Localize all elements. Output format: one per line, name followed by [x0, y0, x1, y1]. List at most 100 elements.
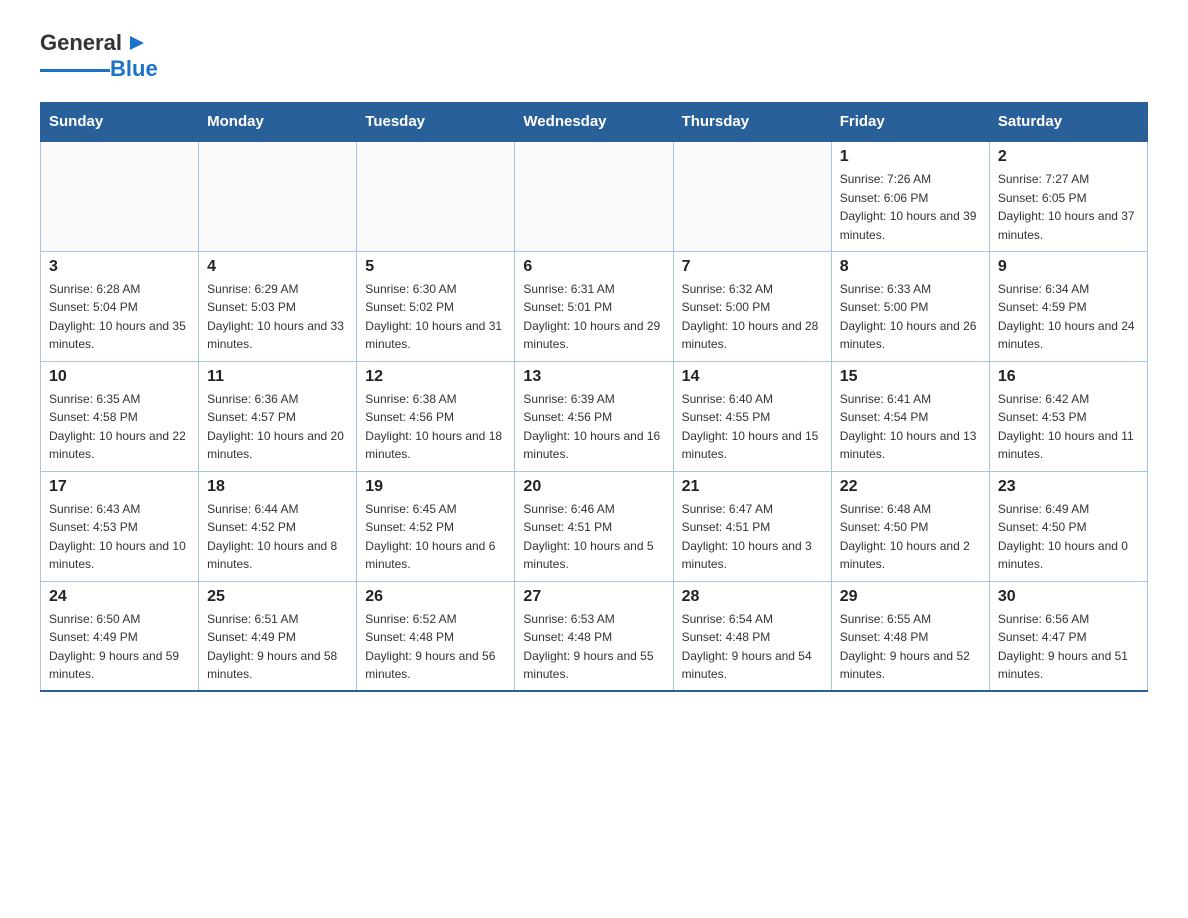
sun-info: Sunrise: 6:50 AMSunset: 4:49 PMDaylight:…: [49, 610, 190, 684]
calendar-cell: 13 Sunrise: 6:39 AMSunset: 4:56 PMDayligh…: [515, 361, 673, 471]
calendar-cell: 1 Sunrise: 7:26 AMSunset: 6:06 PMDaylight…: [831, 141, 989, 251]
sun-info: Sunrise: 6:36 AMSunset: 4:57 PMDaylight:…: [207, 390, 348, 464]
logo-underline: [40, 69, 110, 72]
sun-info: Sunrise: 6:35 AMSunset: 4:58 PMDaylight:…: [49, 390, 190, 464]
sun-info: Sunrise: 6:52 AMSunset: 4:48 PMDaylight:…: [365, 610, 506, 684]
calendar-cell: 14 Sunrise: 6:40 AMSunset: 4:55 PMDayligh…: [673, 361, 831, 471]
calendar-cell: 28 Sunrise: 6:54 AMSunset: 4:48 PMDayligh…: [673, 581, 831, 691]
sun-info: Sunrise: 6:32 AMSunset: 5:00 PMDaylight:…: [682, 280, 823, 354]
calendar-cell: 19 Sunrise: 6:45 AMSunset: 4:52 PMDayligh…: [357, 471, 515, 581]
day-number: 14: [682, 368, 823, 386]
day-number: 3: [49, 258, 190, 276]
calendar-cell: 5 Sunrise: 6:30 AMSunset: 5:02 PMDaylight…: [357, 251, 515, 361]
calendar-cell: 2 Sunrise: 7:27 AMSunset: 6:05 PMDaylight…: [989, 141, 1147, 251]
calendar-cell: 27 Sunrise: 6:53 AMSunset: 4:48 PMDayligh…: [515, 581, 673, 691]
calendar-cell: 20 Sunrise: 6:46 AMSunset: 4:51 PMDayligh…: [515, 471, 673, 581]
calendar-cell: [515, 141, 673, 251]
calendar-week-1: 1 Sunrise: 7:26 AMSunset: 6:06 PMDaylight…: [41, 141, 1148, 251]
day-number: 22: [840, 478, 981, 496]
sun-info: Sunrise: 6:42 AMSunset: 4:53 PMDaylight:…: [998, 390, 1139, 464]
sun-info: Sunrise: 6:49 AMSunset: 4:50 PMDaylight:…: [998, 500, 1139, 574]
sun-info: Sunrise: 6:29 AMSunset: 5:03 PMDaylight:…: [207, 280, 348, 354]
calendar-cell: 9Sunrise: 6:34 AMSunset: 4:59 PMDaylight…: [989, 251, 1147, 361]
day-number: 20: [523, 478, 664, 496]
calendar-cell: 12Sunrise: 6:38 AMSunset: 4:56 PMDayligh…: [357, 361, 515, 471]
sun-info: Sunrise: 6:28 AMSunset: 5:04 PMDaylight:…: [49, 280, 190, 354]
calendar-week-2: 3 Sunrise: 6:28 AMSunset: 5:04 PMDaylight…: [41, 251, 1148, 361]
day-number: 26: [365, 588, 506, 606]
calendar-cell: 30 Sunrise: 6:56 AMSunset: 4:47 PMDayligh…: [989, 581, 1147, 691]
day-number: 16: [998, 368, 1139, 386]
sun-info: Sunrise: 6:30 AMSunset: 5:02 PMDaylight:…: [365, 280, 506, 354]
day-number: 17: [49, 478, 190, 496]
calendar-cell: 26 Sunrise: 6:52 AMSunset: 4:48 PMDayligh…: [357, 581, 515, 691]
weekday-header-tuesday: Tuesday: [357, 103, 515, 142]
calendar-body: 1 Sunrise: 7:26 AMSunset: 6:06 PMDaylight…: [41, 141, 1148, 691]
sun-info: Sunrise: 6:41 AMSunset: 4:54 PMDaylight:…: [840, 390, 981, 464]
day-number: 15: [840, 368, 981, 386]
sun-info: Sunrise: 7:26 AMSunset: 6:06 PMDaylight:…: [840, 170, 981, 244]
weekday-row: SundayMondayTuesdayWednesdayThursdayFrid…: [41, 103, 1148, 142]
day-number: 23: [998, 478, 1139, 496]
calendar-cell: 23 Sunrise: 6:49 AMSunset: 4:50 PMDayligh…: [989, 471, 1147, 581]
day-number: 2: [998, 148, 1139, 166]
calendar-cell: [673, 141, 831, 251]
weekday-header-wednesday: Wednesday: [515, 103, 673, 142]
day-number: 6: [523, 258, 664, 276]
sun-info: Sunrise: 6:54 AMSunset: 4:48 PMDaylight:…: [682, 610, 823, 684]
day-number: 10: [49, 368, 190, 386]
sun-info: Sunrise: 6:51 AMSunset: 4:49 PMDaylight:…: [207, 610, 348, 684]
calendar-cell: [357, 141, 515, 251]
weekday-header-saturday: Saturday: [989, 103, 1147, 142]
day-number: 28: [682, 588, 823, 606]
calendar-week-4: 17 Sunrise: 6:43 AMSunset: 4:53 PMDayligh…: [41, 471, 1148, 581]
logo-triangle-icon: [124, 32, 146, 54]
calendar-cell: 8 Sunrise: 6:33 AMSunset: 5:00 PMDaylight…: [831, 251, 989, 361]
sun-info: Sunrise: 6:40 AMSunset: 4:55 PMDaylight:…: [682, 390, 823, 464]
day-number: 24: [49, 588, 190, 606]
calendar-cell: 18 Sunrise: 6:44 AMSunset: 4:52 PMDayligh…: [199, 471, 357, 581]
calendar-table: SundayMondayTuesdayWednesdayThursdayFrid…: [40, 102, 1148, 692]
sun-info: Sunrise: 6:46 AMSunset: 4:51 PMDaylight:…: [523, 500, 664, 574]
day-number: 30: [998, 588, 1139, 606]
day-number: 19: [365, 478, 506, 496]
sun-info: Sunrise: 7:27 AMSunset: 6:05 PMDaylight:…: [998, 170, 1139, 244]
sun-info: Sunrise: 6:45 AMSunset: 4:52 PMDaylight:…: [365, 500, 506, 574]
weekday-header-monday: Monday: [199, 103, 357, 142]
sun-info: Sunrise: 6:31 AMSunset: 5:01 PMDaylight:…: [523, 280, 664, 354]
day-number: 5: [365, 258, 506, 276]
weekday-header-sunday: Sunday: [41, 103, 199, 142]
day-number: 8: [840, 258, 981, 276]
calendar-cell: 29 Sunrise: 6:55 AMSunset: 4:48 PMDayligh…: [831, 581, 989, 691]
sun-info: Sunrise: 6:44 AMSunset: 4:52 PMDaylight:…: [207, 500, 348, 574]
day-number: 13: [523, 368, 664, 386]
sun-info: Sunrise: 6:34 AMSunset: 4:59 PMDaylight:…: [998, 280, 1139, 354]
sun-info: Sunrise: 6:55 AMSunset: 4:48 PMDaylight:…: [840, 610, 981, 684]
day-number: 12: [365, 368, 506, 386]
day-number: 7: [682, 258, 823, 276]
sun-info: Sunrise: 6:39 AMSunset: 4:56 PMDaylight:…: [523, 390, 664, 464]
calendar-cell: [41, 141, 199, 251]
day-number: 1: [840, 148, 981, 166]
calendar-cell: 25 Sunrise: 6:51 AMSunset: 4:49 PMDayligh…: [199, 581, 357, 691]
day-number: 18: [207, 478, 348, 496]
calendar-week-3: 10 Sunrise: 6:35 AMSunset: 4:58 PMDayligh…: [41, 361, 1148, 471]
sun-info: Sunrise: 6:56 AMSunset: 4:47 PMDaylight:…: [998, 610, 1139, 684]
day-number: 27: [523, 588, 664, 606]
calendar-cell: 15 Sunrise: 6:41 AMSunset: 4:54 PMDayligh…: [831, 361, 989, 471]
sun-info: Sunrise: 6:43 AMSunset: 4:53 PMDaylight:…: [49, 500, 190, 574]
page-header: General Blue: [40, 30, 1148, 82]
day-number: 25: [207, 588, 348, 606]
logo: General Blue: [40, 30, 158, 82]
calendar-cell: 16 Sunrise: 6:42 AMSunset: 4:53 PMDayligh…: [989, 361, 1147, 471]
logo-accent: Blue: [110, 56, 158, 82]
sun-info: Sunrise: 6:48 AMSunset: 4:50 PMDaylight:…: [840, 500, 981, 574]
sun-info: Sunrise: 6:47 AMSunset: 4:51 PMDaylight:…: [682, 500, 823, 574]
day-number: 29: [840, 588, 981, 606]
calendar-cell: 21Sunrise: 6:47 AMSunset: 4:51 PMDayligh…: [673, 471, 831, 581]
sun-info: Sunrise: 6:53 AMSunset: 4:48 PMDaylight:…: [523, 610, 664, 684]
calendar-cell: [199, 141, 357, 251]
sun-info: Sunrise: 6:33 AMSunset: 5:00 PMDaylight:…: [840, 280, 981, 354]
day-number: 11: [207, 368, 348, 386]
logo-name: General: [40, 30, 122, 56]
